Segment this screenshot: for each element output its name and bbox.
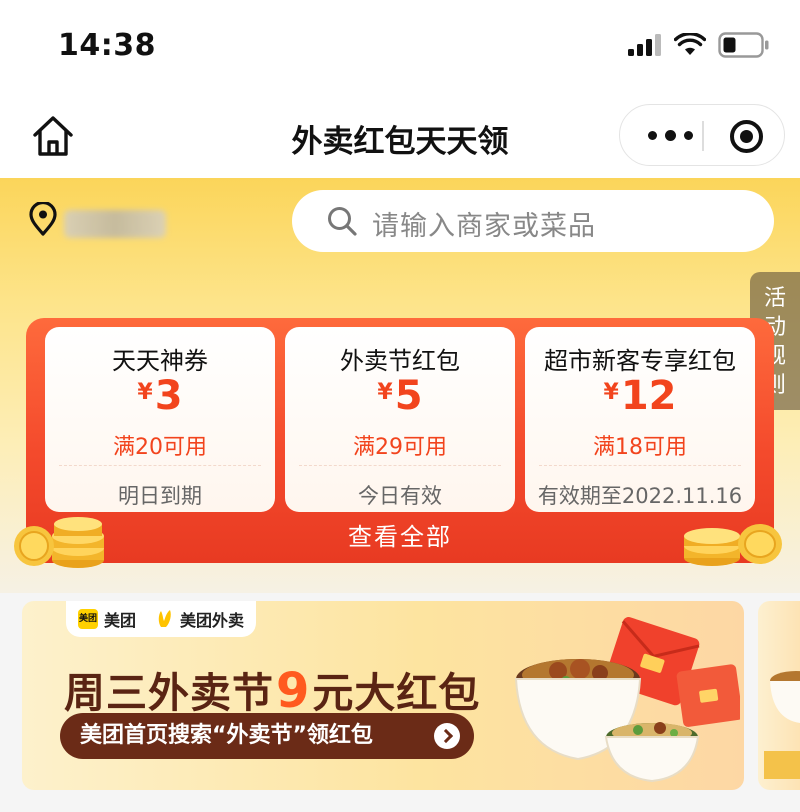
coupon-condition: 满20可用	[113, 435, 207, 460]
nav-bar: 外卖红包天天领	[0, 92, 800, 178]
coupon-amount: ¥5	[285, 373, 515, 419]
coupon-divider	[59, 465, 261, 466]
coupon-title: 天天神券	[112, 347, 208, 375]
headline-text: 周三外卖节	[64, 669, 274, 717]
capsule-divider	[702, 121, 704, 151]
coupon-expiry: 今日有效	[358, 484, 442, 508]
banner-cta-button[interactable]: 美团首页搜索“外卖节”领红包	[60, 713, 474, 759]
brand-name: 美团外卖	[180, 611, 245, 630]
headline-number: 9	[276, 663, 311, 719]
coupon-card[interactable]: 超市新客专享红包 ¥12 满18可用 有效期至2022.11.16	[525, 327, 755, 512]
dot-icon	[684, 131, 693, 140]
coupon-condition: 满18可用	[593, 435, 687, 460]
next-banner-peek[interactable]	[758, 601, 800, 790]
rules-char: 活	[763, 286, 786, 311]
battery-icon	[718, 32, 769, 58]
coupon-value: 5	[394, 373, 423, 419]
gold-coins-decoration	[680, 518, 784, 572]
brand-tag: 美团 美团 美团外卖	[66, 601, 257, 637]
food-bowl-icon	[764, 671, 800, 779]
wifi-icon	[674, 33, 706, 55]
gold-coin-icon	[14, 517, 104, 568]
close-miniprogram-button[interactable]	[730, 120, 763, 153]
location-button[interactable]	[28, 200, 58, 240]
headline-text: 元大红包	[312, 669, 481, 717]
meituan-logo: 美团	[78, 609, 98, 629]
currency-symbol: ¥	[377, 380, 393, 405]
banner-headline: 周三外卖节9元大红包	[64, 659, 480, 719]
coupon-card[interactable]: 外卖节红包 ¥5 满29可用 今日有效	[285, 327, 515, 512]
rabbit-logo-icon	[158, 610, 171, 627]
coupon-title: 超市新客专享红包	[544, 347, 736, 375]
dot-icon	[648, 131, 657, 140]
currency-symbol: ¥	[603, 380, 619, 405]
search-placeholder: 请输入商家或菜品	[372, 211, 596, 242]
status-bar: 14:38	[0, 0, 800, 92]
coupon-title: 外卖节红包	[340, 347, 460, 375]
chevron-right-icon	[434, 723, 460, 749]
cellular-signal-icon	[628, 34, 661, 56]
coupon-amount: ¥3	[45, 373, 275, 419]
coupon-card[interactable]: 天天神券 ¥3 满20可用 明日到期	[45, 327, 275, 512]
food-bowls-illustration	[514, 617, 740, 783]
cta-label: 美团首页搜索“外卖节”领红包	[80, 723, 373, 748]
coupon-divider	[539, 465, 741, 466]
promo-banner[interactable]: 美团 美团 美团外卖 周三外卖节9元大红包 美团首页搜索“外卖节”领红包	[22, 601, 744, 790]
search-icon	[328, 207, 357, 236]
search-input[interactable]: 请输入商家或菜品	[292, 190, 774, 252]
coupon-value: 12	[620, 373, 677, 419]
location-text[interactable]	[64, 210, 166, 238]
coupon-condition: 满29可用	[353, 435, 447, 460]
more-options-button[interactable]	[648, 130, 693, 141]
location-pin-icon	[29, 200, 57, 236]
currency-symbol: ¥	[137, 380, 153, 405]
dot-icon	[665, 130, 676, 141]
status-icons	[628, 32, 770, 58]
view-all-button[interactable]: 查看全部	[26, 512, 774, 563]
coupon-expiry: 明日到期	[118, 484, 202, 508]
brand-name: 美团	[104, 611, 137, 630]
gold-coins-decoration	[8, 512, 108, 576]
coupon-value: 3	[154, 373, 183, 419]
miniprogram-capsule	[619, 104, 785, 166]
coupon-amount: ¥12	[525, 373, 755, 419]
coupon-divider	[299, 465, 501, 466]
status-time: 14:38	[58, 28, 156, 63]
coupon-expiry: 有效期至2022.11.16	[537, 484, 743, 508]
gold-coin-icon	[684, 524, 782, 566]
